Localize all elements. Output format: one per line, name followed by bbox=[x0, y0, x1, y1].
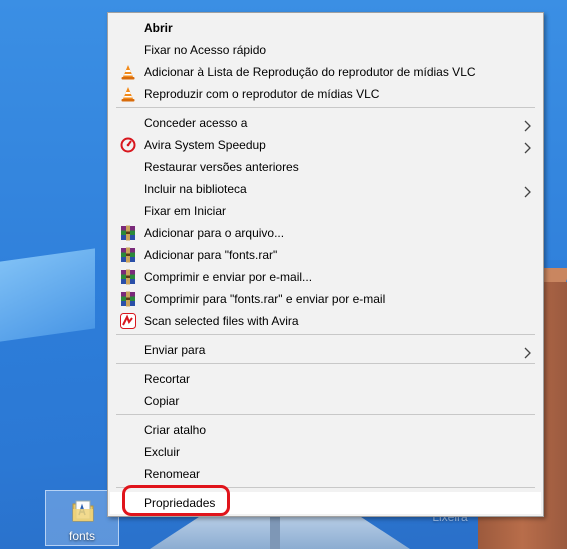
menu-item-label: Copiar bbox=[144, 394, 180, 408]
menu-item-restaurar-versoes-anteriores[interactable]: Restaurar versões anteriores bbox=[110, 156, 541, 178]
menu-item-recortar[interactable]: Recortar bbox=[110, 368, 541, 390]
chevron-right-icon bbox=[524, 183, 531, 198]
avira-umbrella-icon bbox=[120, 313, 136, 329]
menu-item-abrir[interactable]: Abrir bbox=[110, 17, 541, 39]
chevron-right-icon bbox=[524, 117, 531, 132]
menu-item-conceder-acesso-a[interactable]: Conceder acesso a bbox=[110, 112, 541, 134]
menu-item-enviar-para[interactable]: Enviar para bbox=[110, 339, 541, 361]
desktop-icon-label: fonts bbox=[68, 529, 95, 543]
menu-separator bbox=[116, 363, 535, 364]
menu-item-label: Criar atalho bbox=[144, 423, 207, 437]
chevron-right-icon bbox=[524, 139, 531, 154]
menu-item-label: Avira System Speedup bbox=[144, 138, 266, 152]
vlc-cone-icon bbox=[120, 86, 136, 102]
menu-item-label: Incluir na biblioteca bbox=[144, 182, 247, 196]
winrar-icon bbox=[120, 225, 136, 241]
menu-item-adicionar-a-lista-de-reproducao-do-reprodutor-de-midias-vlc[interactable]: Adicionar à Lista de Reprodução do repro… bbox=[110, 61, 541, 83]
menu-item-comprimir-para-fonts-rar-e-enviar-por-e-mail[interactable]: Comprimir para "fonts.rar" e enviar por … bbox=[110, 288, 541, 310]
menu-item-comprimir-e-enviar-por-e-mail[interactable]: Comprimir e enviar por e-mail... bbox=[110, 266, 541, 288]
menu-item-label: Comprimir e enviar por e-mail... bbox=[144, 270, 313, 284]
desktop-wallpaper-shape bbox=[0, 248, 95, 342]
menu-separator bbox=[116, 414, 535, 415]
menu-item-reproduzir-com-o-reprodutor-de-midias-vlc[interactable]: Reproduzir com o reprodutor de mídias VL… bbox=[110, 83, 541, 105]
menu-separator bbox=[116, 334, 535, 335]
menu-item-label: Comprimir para "fonts.rar" e enviar por … bbox=[144, 292, 386, 306]
menu-item-label: Recortar bbox=[144, 372, 191, 386]
avira-speedup-icon bbox=[120, 137, 136, 153]
menu-item-scan-selected-files-with-avira[interactable]: Scan selected files with Avira bbox=[110, 310, 541, 332]
menu-item-label: Enviar para bbox=[144, 343, 206, 357]
font-folder-icon bbox=[72, 499, 94, 523]
menu-item-fixar-em-iniciar[interactable]: Fixar em Iniciar bbox=[110, 200, 541, 222]
menu-item-criar-atalho[interactable]: Criar atalho bbox=[110, 419, 541, 441]
menu-item-label: Fixar em Iniciar bbox=[144, 204, 227, 218]
menu-item-label: Adicionar para o arquivo... bbox=[144, 226, 285, 240]
menu-item-label: Reproduzir com o reprodutor de mídias VL… bbox=[144, 87, 380, 101]
menu-item-label: Fixar no Acesso rápido bbox=[144, 43, 267, 57]
menu-item-label: Scan selected files with Avira bbox=[144, 314, 299, 328]
menu-item-copiar[interactable]: Copiar bbox=[110, 390, 541, 412]
chevron-right-icon bbox=[524, 344, 531, 359]
winrar-icon bbox=[120, 291, 136, 307]
menu-item-renomear[interactable]: Renomear bbox=[110, 463, 541, 485]
vlc-cone-icon bbox=[120, 64, 136, 80]
menu-item-excluir[interactable]: Excluir bbox=[110, 441, 541, 463]
menu-item-label: Adicionar para "fonts.rar" bbox=[144, 248, 278, 262]
winrar-icon bbox=[120, 269, 136, 285]
menu-item-label: Adicionar à Lista de Reprodução do repro… bbox=[144, 65, 476, 79]
menu-item-fixar-no-acesso-rapido[interactable]: Fixar no Acesso rápido bbox=[110, 39, 541, 61]
menu-item-label: Conceder acesso a bbox=[144, 116, 248, 130]
menu-item-adicionar-para-fonts-rar[interactable]: Adicionar para "fonts.rar" bbox=[110, 244, 541, 266]
menu-separator bbox=[116, 107, 535, 108]
menu-item-avira-system-speedup[interactable]: Avira System Speedup bbox=[110, 134, 541, 156]
context-menu: Abrir Fixar no Acesso rápido Adicionar à L… bbox=[107, 12, 544, 517]
menu-item-label: Restaurar versões anteriores bbox=[144, 160, 299, 174]
highlight-annotation bbox=[122, 485, 230, 516]
menu-item-incluir-na-biblioteca[interactable]: Incluir na biblioteca bbox=[110, 178, 541, 200]
winrar-icon bbox=[120, 247, 136, 263]
menu-item-label: Renomear bbox=[144, 467, 201, 481]
menu-item-label: Excluir bbox=[144, 445, 181, 459]
menu-item-label: Abrir bbox=[144, 21, 173, 35]
menu-item-adicionar-para-o-arquivo[interactable]: Adicionar para o arquivo... bbox=[110, 222, 541, 244]
